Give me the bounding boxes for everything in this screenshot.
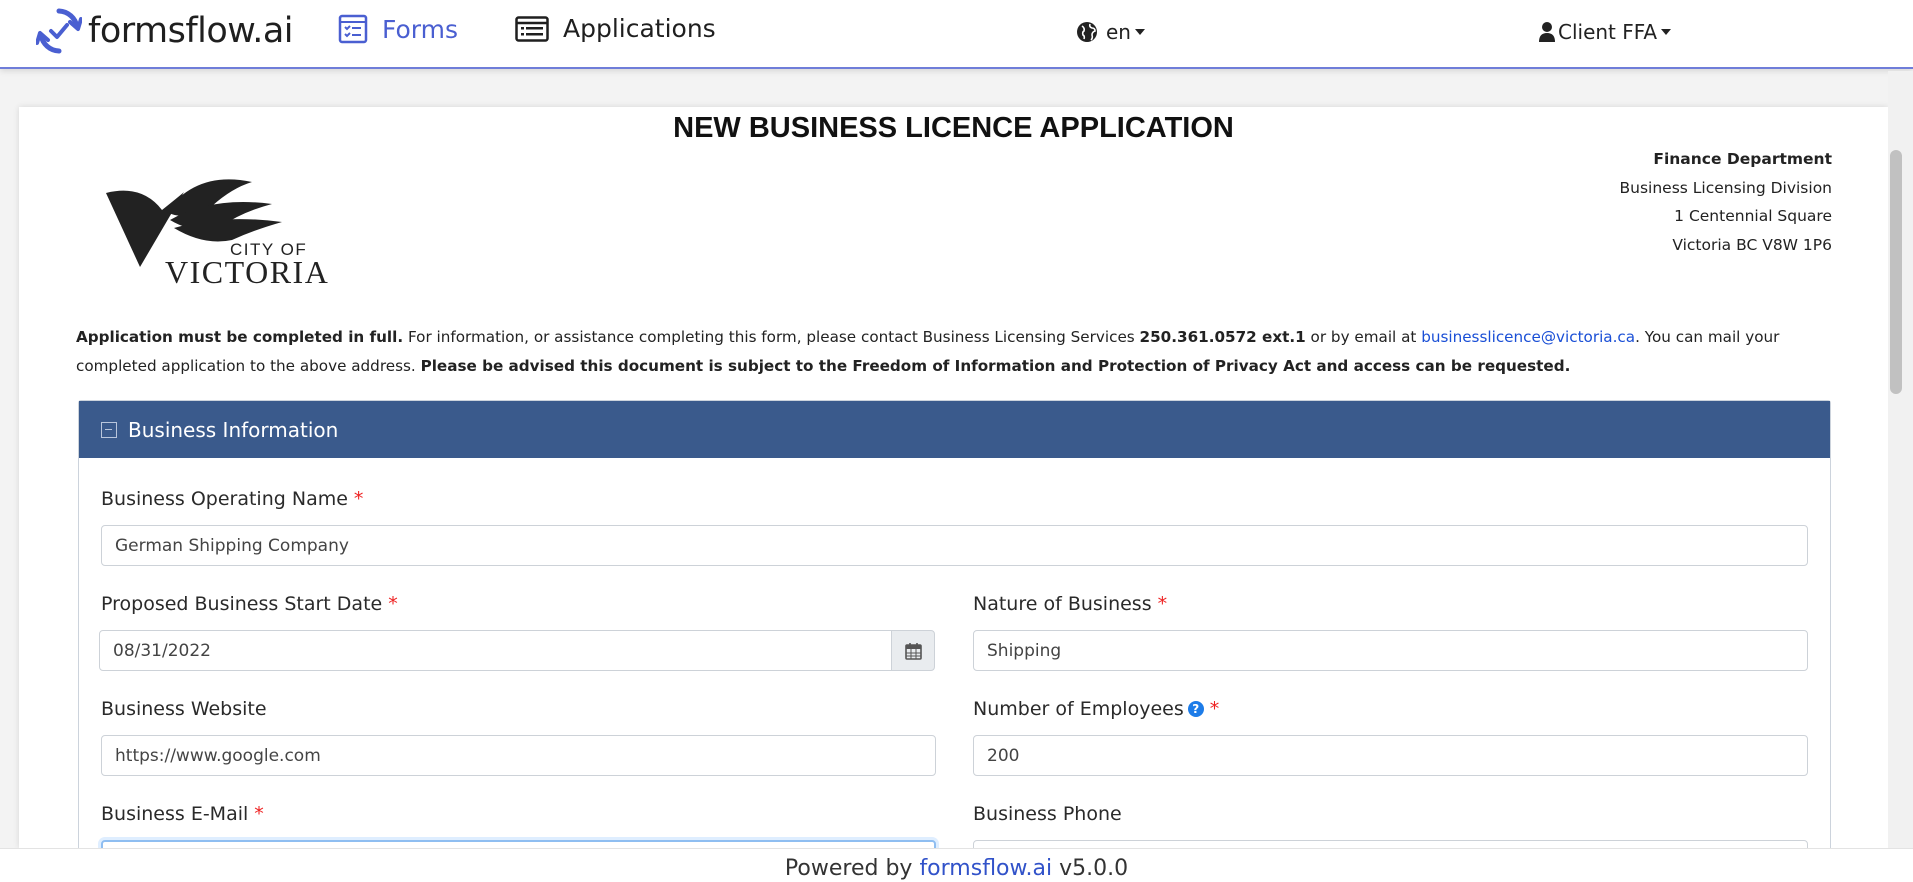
field-label-text: Business Operating Name [101, 488, 348, 510]
intro-paragraph: Application must be completed in full. F… [76, 323, 1856, 381]
scrollbar-thumb[interactable] [1890, 150, 1902, 394]
panel-title: Business Information [128, 417, 339, 442]
intro-phone: 250.361.0572 ext.1 [1139, 328, 1306, 346]
address-line: 1 Centennial Square [1674, 207, 1832, 225]
formsflow-logo-icon [36, 8, 82, 54]
help-icon[interactable]: ? [1187, 701, 1204, 717]
nature-of-business-input[interactable]: Shipping [973, 630, 1808, 671]
department-address: Finance Department Business Licensing Di… [1620, 145, 1832, 259]
nature-of-business-label: Nature of Business * [973, 593, 1167, 615]
contact-email-link[interactable]: businesslicence@victoria.ca [1421, 328, 1635, 346]
business-email-label: Business E-Mail * [101, 803, 264, 825]
website-input[interactable]: https://www.google.com [101, 735, 936, 776]
chevron-down-icon [1661, 29, 1672, 35]
field-label-text: Business E-Mail [101, 803, 249, 825]
intro-text: For information, or assistance completin… [403, 328, 1140, 346]
nav-forms[interactable]: Forms [338, 14, 458, 44]
chevron-down-icon [1134, 29, 1145, 35]
business-phone-label: Business Phone [973, 803, 1122, 825]
start-date-label: Proposed Business Start Date * [101, 593, 398, 615]
language-dropdown[interactable]: en [1076, 20, 1145, 44]
website-label: Business Website [101, 698, 267, 720]
applications-list-icon [515, 15, 549, 42]
form-card: NEW BUSINESS LICENCE APPLICATION CITY OF… [19, 107, 1888, 848]
footer-prefix: Powered by [784, 856, 920, 881]
nav-applications-label: Applications [563, 14, 716, 43]
brand-name: formsflow.ai [88, 11, 294, 51]
footer: Powered by formsflow.ai v5.0.0 [0, 848, 1913, 882]
language-label: en [1106, 20, 1131, 44]
operating-name-input[interactable]: German Shipping Company [101, 525, 1808, 566]
address-line: Victoria BC V8W 1P6 [1672, 235, 1832, 254]
required-marker: * [254, 803, 264, 825]
footer-version: v5.0.0 [1052, 856, 1129, 881]
address-line: Finance Department [1653, 150, 1832, 168]
intro-lead: Application must be completed in full. [76, 328, 404, 346]
user-icon [1539, 22, 1555, 42]
field-label-text: Business Phone [973, 803, 1122, 825]
business-email-input[interactable] [101, 840, 936, 848]
date-picker-button[interactable] [891, 630, 935, 671]
forms-icon [338, 14, 368, 44]
user-dropdown[interactable]: Client FFA [1539, 20, 1672, 44]
city-of-victoria-logo: CITY OF VICTORIA [82, 174, 342, 293]
business-information-panel: Business Information Business Operating … [78, 400, 1831, 848]
required-marker: * [388, 593, 398, 615]
address-line: Business Licensing Division [1619, 178, 1832, 197]
brand-logo[interactable]: formsflow.ai [36, 6, 294, 56]
field-label-text: Nature of Business [973, 593, 1152, 615]
start-date-input[interactable]: 08/31/2022 [99, 630, 892, 671]
calendar-icon [904, 642, 922, 660]
business-phone-input[interactable] [973, 840, 1808, 848]
field-label-text: Number of Employees [973, 698, 1184, 720]
collapse-icon[interactable] [101, 421, 117, 438]
user-name: Client FFA [1558, 20, 1658, 44]
field-label-text: Proposed Business Start Date [101, 593, 383, 615]
globe-icon [1077, 22, 1097, 42]
panel-header[interactable]: Business Information [79, 401, 1830, 458]
intro-text: or by email at [1305, 328, 1422, 346]
page-title: NEW BUSINESS LICENCE APPLICATION [673, 112, 1234, 144]
required-marker: * [1157, 593, 1168, 615]
top-navbar: formsflow.ai Forms Applications en Clien… [0, 0, 1913, 69]
nav-applications[interactable]: Applications [515, 14, 716, 43]
required-marker: * [353, 488, 364, 510]
field-label-text: Business Website [101, 698, 267, 720]
operating-name-label: Business Operating Name * [101, 488, 363, 510]
logo-line2: VICTORIA [165, 254, 329, 289]
employees-input[interactable]: 200 [973, 735, 1808, 776]
footer-formsflow-link[interactable]: formsflow.ai [919, 856, 1052, 881]
privacy-notice: Please be advised this document is subje… [420, 357, 1571, 375]
nav-forms-label: Forms [382, 14, 459, 44]
required-marker: * [1209, 698, 1220, 720]
employees-label: Number of Employees ? * [973, 698, 1219, 720]
